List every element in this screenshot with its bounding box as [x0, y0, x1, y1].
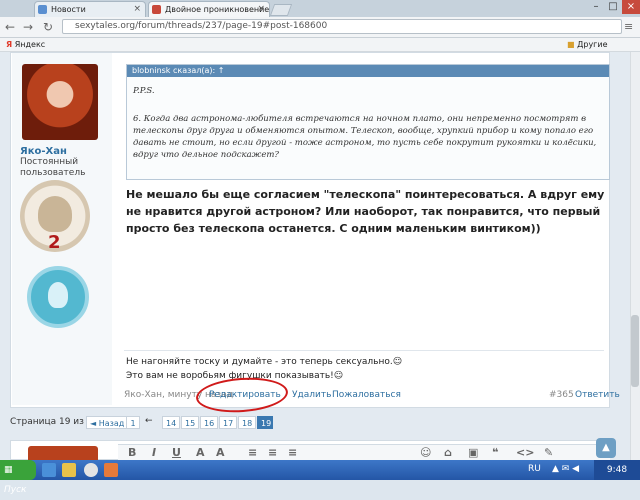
yandex-icon: Я: [6, 40, 13, 49]
forward-icon[interactable]: →: [20, 19, 36, 35]
scrollbar[interactable]: [630, 52, 640, 460]
editor-toolbar: [118, 444, 610, 461]
ie-icon[interactable]: [42, 463, 56, 477]
folder-icon: ■: [567, 40, 575, 49]
image-icon[interactable]: ▣: [468, 446, 478, 459]
page-button-current[interactable]: 19: [257, 416, 273, 429]
maximize-icon[interactable]: □: [605, 0, 621, 14]
code-icon[interactable]: <>: [516, 446, 534, 459]
close-icon[interactable]: ×: [133, 2, 141, 17]
badge-number: 2: [48, 232, 61, 253]
address-bar[interactable]: sexytales.org/forum/threads/237/page-19#…: [62, 19, 622, 34]
page-button[interactable]: 15: [181, 416, 199, 429]
close-icon[interactable]: ×: [257, 2, 265, 17]
quote-header[interactable]: blobninsk сказал(а): ↑: [127, 65, 609, 77]
scroll-top-button[interactable]: ▲: [596, 438, 616, 458]
start-button[interactable]: ▦ Пуск: [0, 460, 36, 495]
prev-page-button[interactable]: ◄ Назад: [86, 416, 129, 429]
quote-text: 6. Когда два астронома-любителя встречаю…: [133, 114, 597, 160]
underline-icon[interactable]: U: [172, 446, 181, 459]
signature-line: Не нагоняйте тоску и думайте - это тепер…: [126, 357, 403, 367]
signature-divider: [124, 350, 604, 351]
minimize-icon[interactable]: –: [588, 0, 604, 14]
tab-title: Двойное проникновение |: [165, 5, 270, 14]
delete-link[interactable]: Удалить: [292, 390, 331, 400]
avatar[interactable]: [22, 64, 98, 140]
page-button[interactable]: 16: [200, 416, 218, 429]
bookmark-label: Яндекс: [14, 40, 46, 49]
start-label: Пуск: [4, 485, 27, 495]
explorer-icon[interactable]: [62, 463, 76, 477]
language-indicator[interactable]: RU: [528, 464, 541, 474]
url-text: sexytales.org/forum/threads/237/page-19#…: [75, 21, 328, 31]
bold-icon[interactable]: B: [128, 446, 136, 459]
app-icon[interactable]: [104, 463, 118, 477]
link-icon[interactable]: ⌂: [444, 446, 452, 459]
post-message: Не мешало бы еще согласием "телескопа" п…: [126, 188, 605, 235]
text-color-icon[interactable]: A: [196, 446, 205, 459]
report-link[interactable]: Пожаловаться: [332, 390, 401, 400]
author-title: Постоянный пользователь: [20, 157, 86, 178]
author-name[interactable]: Яко-Хан: [20, 146, 67, 157]
scrollbar-thumb[interactable]: [631, 315, 639, 387]
quote-header-text: blobninsk сказал(а): ↑: [132, 66, 225, 75]
tab-favicon: [38, 5, 47, 14]
page-jump-icon[interactable]: ←: [145, 416, 153, 426]
menu-icon[interactable]: ≡: [624, 20, 633, 33]
align-right-icon[interactable]: ≡: [288, 446, 297, 459]
italic-icon[interactable]: I: [152, 446, 156, 459]
tab-favicon: [152, 5, 161, 14]
user-award-icon: [27, 266, 89, 328]
tab-news[interactable]: Новости ×: [34, 1, 146, 17]
reply-link[interactable]: Ответить: [575, 390, 620, 400]
bookmarks-bar: [0, 38, 640, 52]
align-left-icon[interactable]: ≡: [248, 446, 257, 459]
back-icon[interactable]: ←: [2, 19, 18, 35]
windows-logo-icon: ▦: [4, 465, 13, 475]
align-center-icon[interactable]: ≡: [268, 446, 277, 459]
bookmark-yandex[interactable]: Я Яндекс: [6, 38, 45, 51]
font-size-icon[interactable]: A: [216, 446, 225, 459]
page-button[interactable]: 17: [219, 416, 237, 429]
clock[interactable]: 9:48: [594, 460, 640, 480]
page-button[interactable]: 14: [162, 416, 180, 429]
tab-title: Новости: [51, 5, 86, 14]
post-number[interactable]: #365: [549, 390, 574, 400]
chrome-icon[interactable]: [84, 463, 98, 477]
quote-pps: P.P.S.: [133, 86, 155, 96]
reload-icon[interactable]: ↻: [40, 19, 56, 35]
smilies-icon[interactable]: ☺: [420, 446, 431, 459]
window-close-icon[interactable]: ×: [622, 0, 640, 14]
page-button[interactable]: 18: [238, 416, 256, 429]
tab-current[interactable]: Двойное проникновение | ×: [148, 1, 270, 17]
tray-icons[interactable]: ▲ ✉ ◀: [552, 464, 579, 474]
page-button[interactable]: 1: [126, 416, 140, 429]
portrait-icon: [38, 196, 72, 232]
avatar: [28, 446, 98, 460]
quote-icon[interactable]: ❝: [492, 446, 498, 459]
draft-icon[interactable]: ✎: [544, 446, 553, 459]
